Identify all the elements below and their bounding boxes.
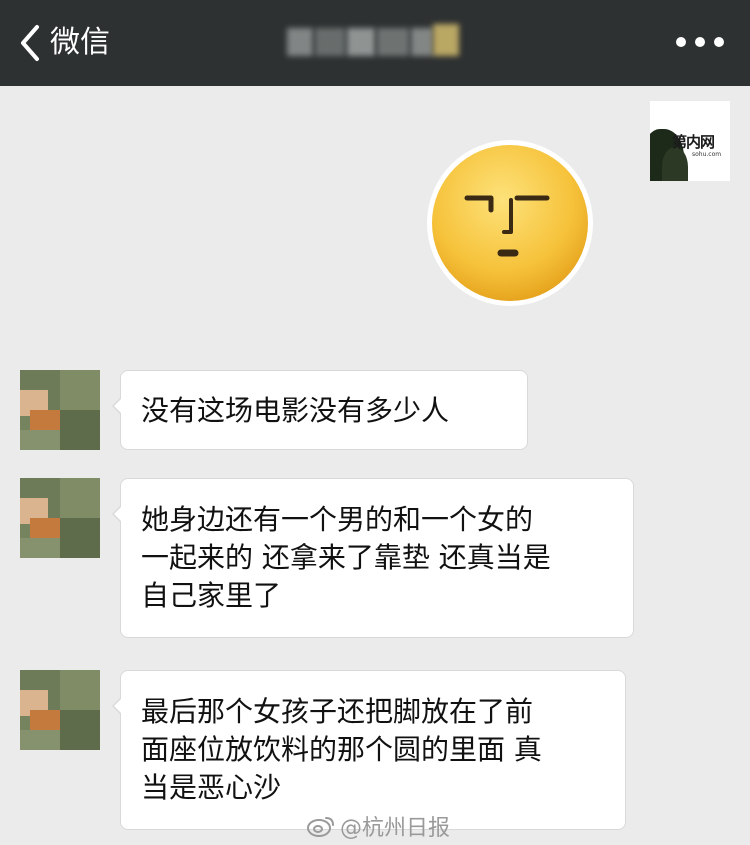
contact-avatar[interactable] — [20, 478, 100, 558]
my-avatar[interactable]: 第内网 sohu.com — [650, 101, 730, 181]
message-bubble[interactable]: 没有这场电影没有多少人 — [112, 370, 528, 450]
contact-name-blurred — [287, 22, 459, 62]
back-label: 微信 — [50, 25, 110, 60]
message-text-line: 她身边还有一个男的和一个女的 — [141, 503, 534, 536]
smirk-face-sticker[interactable] — [427, 140, 593, 306]
weibo-icon — [307, 817, 334, 837]
message-bubble[interactable]: 她身边还有一个男的和一个女的 一起来的 还拿来了靠垫 还真当是 自己家里了 — [112, 478, 634, 638]
chat-header: 微信 — [0, 0, 750, 86]
more-dot — [714, 37, 724, 47]
message-bubble[interactable]: 最后那个女孩子还把脚放在了前 面座位放饮料的那个圆的里面 真 当是恶心沙 — [112, 670, 626, 830]
avatar-logo-text: 第内网 — [672, 133, 715, 151]
message-text-line: 最后那个女孩子还把脚放在了前 — [141, 695, 534, 728]
back-button[interactable]: 微信 — [18, 22, 110, 64]
contact-avatar[interactable] — [20, 670, 100, 750]
avatar-logo-subtext: sohu.com — [692, 151, 722, 158]
watermark-text: @杭州日报 — [340, 816, 451, 841]
contact-avatar[interactable] — [20, 370, 100, 450]
message-text-line: 当是恶心沙 — [141, 771, 282, 804]
avatar-tree — [662, 147, 688, 181]
watermark: @杭州日报 — [306, 812, 451, 841]
message-text-line: 自己家里了 — [141, 579, 282, 612]
message-text: 没有这场电影没有多少人 — [141, 394, 450, 427]
chevron-left-icon — [21, 25, 39, 61]
more-button[interactable] — [676, 34, 724, 50]
more-dot — [676, 37, 686, 47]
more-dot — [695, 37, 705, 47]
message-text-line: 一起来的 还拿来了靠垫 还真当是 — [141, 541, 551, 574]
message-text-line: 面座位放饮料的那个圆的里面 真 — [141, 733, 542, 766]
